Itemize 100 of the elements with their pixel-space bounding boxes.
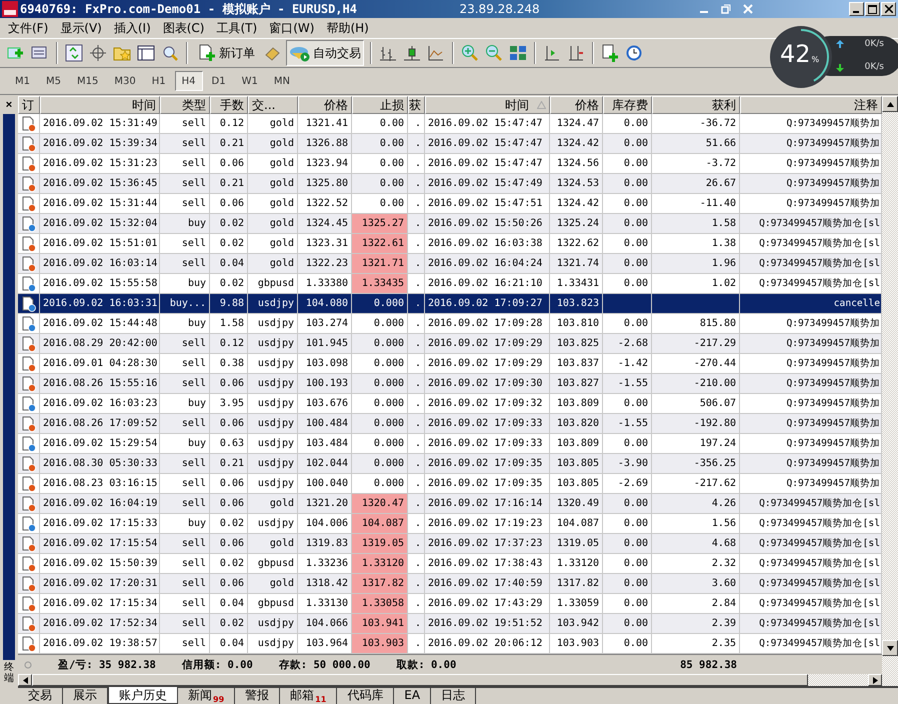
tile-windows-icon[interactable] (508, 43, 528, 63)
menu-item[interactable]: 图表(C) (158, 20, 212, 36)
close-button[interactable]: × (0, 96, 18, 114)
order-icon (22, 516, 36, 532)
table-row[interactable]: 2016.08.29 20:42:00 sell 0.12 usdjpy 101.945 0.000 . 2016.09.02 17:09:29 103.825 -2.68 -217.29 Q:973499457顺势加 (18, 334, 882, 354)
scroll-down-button[interactable] (882, 640, 898, 656)
panel-tab[interactable]: 代码库 (337, 686, 394, 704)
auto-trading-button[interactable]: 自动交易 (286, 40, 364, 66)
timeframe-button[interactable]: W1 (234, 71, 265, 91)
table-row[interactable]: 2016.09.02 15:55:58 buy 0.02 gbpusd 1.33380 1.33435 . 2016.09.02 16:21:10 1.33431 0.00 1.02 Q:973499457顺势加仓[sl (18, 274, 882, 294)
scroll-right-button[interactable] (868, 674, 882, 686)
table-row[interactable]: 2016.09.02 16:03:23 buy 3.95 usdjpy 103.676 0.000 . 2016.09.02 17:09:32 103.809 0.00 506.07 Q:973499457顺势加 (18, 394, 882, 414)
minimize-button[interactable] (849, 2, 864, 16)
column-header[interactable]: 时间 (425, 96, 550, 114)
table-row[interactable]: 2016.09.02 17:15:34 sell 0.04 gbpusd 1.33130 1.33058 . 2016.09.02 17:43:29 1.33059 0.00 2.84 Q:973499457顺势加仓[sl (18, 594, 882, 614)
table-cell: 103.903 (352, 634, 408, 654)
menu-item[interactable]: 插入(I) (110, 20, 159, 36)
table-row[interactable]: 2016.09.02 15:32:04 buy 0.02 gold 1324.45 1325.27 . 2016.09.02 15:50:26 1325.24 0.00 1.58 Q:973499457顺势加仓[sl (18, 214, 882, 234)
table-row[interactable]: 2016.08.23 03:16:15 sell 0.06 usdjpy 100.040 0.000 . 2016.09.02 17:09:35 103.805 -2.69 -217.62 Q:973499457顺势加 (18, 474, 882, 494)
table-row[interactable]: 2016.09.02 15:31:23 sell 0.06 gold 1323.94 0.00 . 2016.09.02 15:47:47 1324.56 0.00 -3.72 Q:973499457顺势加 (18, 154, 882, 174)
table-row[interactable]: 2016.09.02 16:04:19 sell 0.06 gold 1321.20 1320.47 . 2016.09.02 17:16:14 1320.49 0.00 4.26 Q:973499457顺势加仓[sl (18, 494, 882, 514)
timeframe-button[interactable]: H1 (144, 71, 173, 91)
table-row[interactable]: 2016.09.01 04:28:30 sell 0.38 usdjpy 103.098 0.000 . 2016.09.02 17:09:29 103.837 -1.42 -270.44 Q:973499457顺势加 (18, 354, 882, 374)
table-row[interactable]: 2016.08.30 05:30:33 sell 0.21 usdjpy 102.044 0.000 . 2016.09.02 17:09:35 103.805 -3.90 -356.25 Q:973499457顺势加 (18, 454, 882, 474)
menu-item[interactable]: 帮助(H) (322, 20, 377, 36)
table-row[interactable]: 2016.09.02 15:29:54 buy 0.63 usdjpy 103.484 0.000 . 2016.09.02 17:09:33 103.809 0.00 197.24 Q:973499457顺势加 (18, 434, 882, 454)
caret-right-icon (872, 676, 878, 684)
summary-value: 取款: 0.00 (396, 658, 456, 672)
table-row[interactable]: 2016.09.02 17:15:33 buy 0.02 usdjpy 104.006 104.087 . 2016.09.02 17:19:23 104.087 0.00 1.56 Q:973499457顺势加仓[sl (18, 514, 882, 534)
close-icon[interactable] (743, 4, 754, 14)
column-header[interactable]: 类型 (160, 96, 210, 114)
panel-tab[interactable]: 交易 (18, 686, 63, 704)
panel-tab[interactable]: EA (394, 686, 432, 704)
panel-tab[interactable]: 警报 (235, 686, 280, 704)
order-icon (22, 556, 36, 572)
column-header[interactable]: 获 (408, 96, 425, 114)
crosshair-icon[interactable] (88, 43, 108, 63)
table-row[interactable]: 2016.09.02 15:39:34 sell 0.21 gold 1326.88 0.00 . 2016.09.02 15:47:47 1324.42 0.00 51.66 Q:973499457顺势加 (18, 134, 882, 154)
timeframe-button[interactable]: D1 (204, 71, 233, 91)
table-row[interactable]: 2016.09.02 19:38:57 sell 0.04 usdjpy 103.964 103.903 . 2016.09.02 20:06:12 103.903 0.00 2.35 Q:973499457顺势加仓[sl (18, 634, 882, 654)
column-header[interactable]: 手数 (210, 96, 248, 114)
timeframe-button[interactable]: M1 (8, 71, 37, 91)
order-icon (22, 316, 36, 332)
upload-arrow-icon (836, 40, 844, 48)
maximize-button[interactable] (865, 2, 880, 16)
table-row[interactable]: 2016.09.02 17:15:54 sell 0.06 gold 1319.83 1319.05 . 2016.09.02 17:37:23 1319.05 0.00 4.68 Q:973499457顺势加仓[sl (18, 534, 882, 554)
table-row[interactable]: 2016.09.02 16:03:14 sell 0.04 gold 1322.23 1321.71 . 2016.09.02 16:04:24 1321.74 0.00 1.96 Q:973499457顺势加仓[sl (18, 254, 882, 274)
timeframe-button[interactable]: MN (266, 71, 297, 91)
table-row[interactable]: 2016.08.26 17:09:52 sell 0.06 usdjpy 100.484 0.000 . 2016.09.02 17:09:33 103.820 -1.55 -192.80 Q:973499457顺势加 (18, 414, 882, 434)
caret-up-icon (886, 102, 894, 106)
column-header[interactable]: 注释 (740, 96, 882, 114)
timeframe-button[interactable]: M5 (39, 71, 68, 91)
terminal-window-icon[interactable] (136, 43, 156, 63)
order-icon (22, 476, 36, 492)
menu-item[interactable]: 工具(T) (212, 20, 266, 36)
autoscroll-icon[interactable] (566, 43, 586, 63)
table-row[interactable]: 2016.09.02 15:31:44 sell 0.06 gold 1322.52 0.00 . 2016.09.02 15:47:51 1324.42 0.00 -11.40 Q:973499457顺势加 (18, 194, 882, 214)
table-row[interactable]: 2016.09.02 15:51:01 sell 0.02 gold 1323.31 1322.61 . 2016.09.02 16:03:38 1322.62 0.00 1.38 Q:973499457顺势加仓[sl (18, 234, 882, 254)
table-row[interactable]: 2016.09.02 17:52:34 sell 0.02 usdjpy 104.066 103.941 . 2016.09.02 19:51:52 103.942 0.00 2.39 Q:973499457顺势加仓[sl (18, 614, 882, 634)
table-row[interactable]: 2016.08.26 15:55:16 sell 0.06 usdjpy 100.193 0.000 . 2016.09.02 17:09:30 103.827 -1.55 -210.00 Q:973499457顺势加 (18, 374, 882, 394)
table-row[interactable]: 2016.09.02 15:44:48 buy 1.58 usdjpy 103.274 0.000 . 2016.09.02 17:09:28 103.810 0.00 815.80 Q:973499457顺势加 (18, 314, 882, 334)
table-row[interactable]: 2016.09.02 15:31:49 sell 0.12 gold 1321.41 0.00 . 2016.09.02 15:47:47 1324.47 0.00 -36.72 Q:973499457顺势加 (18, 114, 882, 134)
menu-item[interactable]: 窗口(W) (265, 20, 322, 36)
restore-icon[interactable] (721, 4, 732, 14)
column-header[interactable]: 获利 (652, 96, 740, 114)
timeframe-button[interactable]: M15 (70, 71, 106, 91)
timeframe-button[interactable]: H4 (174, 71, 202, 91)
close-button[interactable] (881, 2, 896, 16)
column-header[interactable]: 交... (248, 96, 298, 114)
menu-item[interactable]: 显示(V) (56, 20, 110, 36)
download-arrow-icon (836, 64, 844, 72)
menu-item[interactable]: 文件(F) (4, 20, 56, 36)
new-order-button[interactable]: 新订单 (194, 40, 258, 66)
timeframe-button[interactable]: M30 (107, 71, 143, 91)
column-header[interactable]: 订 (18, 96, 40, 114)
table-row[interactable]: 2016.09.02 17:20:31 sell 0.06 gold 1318.42 1317.82 . 2016.09.02 17:40:59 1317.82 0.00 3.60 Q:973499457顺势加仓[sl (18, 574, 882, 594)
candlestick-icon[interactable] (402, 43, 422, 63)
order-icon (22, 276, 36, 292)
panel-tab[interactable]: 日志 (431, 686, 476, 704)
chart-shift-icon[interactable] (542, 43, 562, 63)
line-chart-icon[interactable] (426, 43, 446, 63)
indicators-icon[interactable] (600, 43, 620, 63)
table-row[interactable]: 2016.09.02 16:03:31 buy... 9.88 usdjpy 104.080 0.000 . 2016.09.02 17:09:27 103.823 cancelle (18, 294, 882, 314)
column-header[interactable]: 价格 (550, 96, 603, 114)
table-row[interactable]: 2016.09.02 15:36:45 sell 0.21 gold 1325.80 0.00 . 2016.09.02 15:47:49 1324.53 0.00 26.67 Q:973499457顺势加 (18, 174, 882, 194)
scroll-up-button[interactable] (882, 96, 898, 112)
order-icon (22, 596, 36, 612)
column-header[interactable]: 时间 (40, 96, 160, 114)
scroll-left-button[interactable] (18, 674, 32, 686)
column-header[interactable]: 止损 (352, 96, 408, 114)
caret-left-icon (22, 676, 28, 684)
order-icon (22, 116, 36, 132)
table-row[interactable]: 2016.09.02 15:50:39 sell 0.02 gbpusd 1.33236 1.33120 . 2016.09.02 17:38:43 1.33120 0.00 2.32 Q:973499457顺势加仓[sl (18, 554, 882, 574)
column-header[interactable]: 价格 (298, 96, 352, 114)
market-watch-icon[interactable] (64, 43, 84, 63)
clock-icon[interactable] (624, 43, 644, 63)
order-icon (22, 396, 36, 412)
scroll-thumb[interactable] (32, 674, 808, 686)
column-header[interactable]: 库存费 (603, 96, 652, 114)
panel-tab[interactable]: 账户历史 (108, 687, 178, 704)
